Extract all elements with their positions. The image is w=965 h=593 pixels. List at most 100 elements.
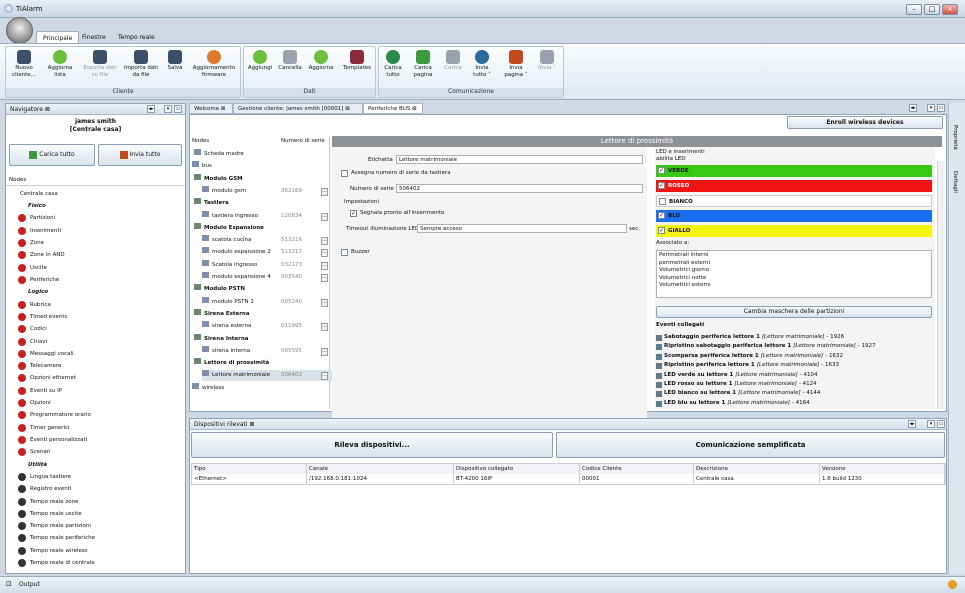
application-menu-button[interactable]: [6, 17, 33, 44]
doc-minimize-icon[interactable]: ▭: [937, 104, 945, 112]
browse-button[interactable]: ...: [321, 249, 328, 258]
tree-row[interactable]: scatola cucina: [202, 235, 251, 246]
nav-item[interactable]: Eventi su IP: [18, 385, 62, 397]
browse-button[interactable]: ...: [321, 212, 328, 221]
refresh-list-button[interactable]: Aggiorna lista: [44, 50, 76, 79]
nav-item[interactable]: Codici: [18, 323, 47, 335]
timeout-select[interactable]: Sempre acceso: [417, 224, 627, 233]
maximize-button[interactable]: □: [924, 4, 940, 15]
nav-item[interactable]: Zone: [18, 237, 44, 249]
event-row[interactable]: LED rosso su lettore 1 [Lettore matrimoni…: [655, 380, 817, 389]
firmware-update-button[interactable]: Aggiornamento firmware: [190, 50, 238, 79]
nav-item[interactable]: Timer generici: [18, 422, 70, 434]
led-checkbox[interactable]: ✓: [658, 182, 665, 189]
doc-dropdown-icon[interactable]: ▾: [927, 104, 935, 112]
nav-minimize-icon[interactable]: ▭: [174, 105, 182, 113]
led-checkbox[interactable]: ✓: [658, 227, 665, 234]
output-tab[interactable]: Output: [19, 581, 40, 588]
nav-item[interactable]: Inserimenti: [18, 225, 61, 237]
dev-minimize-icon[interactable]: ▭: [937, 420, 945, 428]
event-row[interactable]: LED bianco su lettore 1 [Lettore matrimon…: [655, 389, 820, 398]
tree-row[interactable]: Modulo GSM: [194, 173, 243, 185]
nav-item[interactable]: Tempo reale wireless: [18, 545, 88, 557]
import-button[interactable]: Importa dati da file: [122, 50, 160, 79]
tree-row[interactable]: Lettore matrimoniale: [202, 370, 338, 382]
cell-canale[interactable]: /192.168.0.181:1024: [307, 474, 454, 484]
led-row-giallo[interactable]: ✓ GIALLO: [656, 225, 932, 237]
tree-row[interactable]: Scheda madre: [194, 149, 244, 160]
update-button[interactable]: Aggiorna: [307, 50, 335, 72]
buzzer-checkbox[interactable]: [341, 249, 348, 256]
nav-item[interactable]: Eventi personalizzati: [18, 434, 87, 446]
event-row[interactable]: LED blu su lettore 1 [Lettore matrimonial…: [655, 399, 810, 408]
nav-item[interactable]: Telecamere: [18, 360, 61, 372]
nav-item[interactable]: Tempo reale uscite: [18, 508, 82, 520]
nav-item[interactable]: Uscite: [18, 262, 47, 274]
event-row[interactable]: Scomparsa periferica lettore 1 [Lettore m…: [655, 352, 843, 361]
partition-list[interactable]: Perimetrali interni perimetrali esterni Vo…: [656, 250, 932, 298]
cell-dispositivo[interactable]: BT-4200 16IP: [454, 474, 580, 484]
tree-row[interactable]: tastiera ingresso: [202, 210, 258, 222]
nav-prev-icon[interactable]: ◂▸: [147, 105, 155, 113]
event-row[interactable]: LED verde su lettore 1 [Lettore matrimoni…: [655, 371, 818, 380]
change-mask-button[interactable]: Cambia maschera delle partizioni: [656, 306, 932, 318]
tree-row[interactable]: modulo espansione 4: [202, 272, 271, 283]
partition-item[interactable]: Volumetrici esterni: [659, 282, 929, 290]
tree-row[interactable]: Sirena Interna: [194, 333, 249, 345]
tree-row[interactable]: Modulo PSTN: [194, 284, 245, 295]
partition-item[interactable]: Perimetrali interni: [659, 252, 929, 260]
nav-item[interactable]: Tempo reale zone: [18, 496, 78, 508]
send-all-nav-button[interactable]: Invia tutto: [98, 144, 182, 166]
led-checkbox[interactable]: ✓: [658, 167, 665, 174]
tree-row[interactable]: wireless: [192, 382, 224, 394]
etichetta-input[interactable]: Lettore matrimoniale: [396, 155, 643, 164]
browse-button[interactable]: ...: [321, 187, 328, 196]
nav-item[interactable]: Tempo reale periferiche: [18, 532, 95, 544]
nav-item[interactable]: Registro eventi: [18, 483, 71, 495]
dev-nav-icon[interactable]: ◂▸: [908, 420, 916, 428]
send-page-button[interactable]: Invia pagina ˅: [501, 50, 531, 79]
simple-communication-button[interactable]: Comunicazione semplificata: [556, 432, 945, 458]
nav-item[interactable]: Tempo reale di centrale: [18, 557, 95, 569]
tree-row[interactable]: Tastiera: [194, 198, 229, 209]
load-all-button[interactable]: Carica tutto: [381, 50, 405, 79]
minimize-button[interactable]: –: [906, 4, 922, 15]
close-button[interactable]: ×: [942, 4, 958, 15]
assign-serial-checkbox[interactable]: [341, 170, 348, 177]
browse-button[interactable]: ...: [321, 347, 328, 356]
partition-item[interactable]: Volumetrici giorno: [659, 267, 929, 275]
browse-button[interactable]: ...: [321, 261, 328, 270]
led-row-verde[interactable]: ✓ VERDE: [656, 165, 932, 177]
doc-nav-icon[interactable]: ◂▸: [909, 104, 917, 112]
tree-row[interactable]: modulo PSTN 1: [202, 296, 254, 308]
event-row[interactable]: Ripristino periferica lettore 1 [Lettore …: [655, 361, 839, 370]
tree-row[interactable]: modulo espansione 2: [202, 247, 271, 258]
nav-item[interactable]: Opzioni: [18, 397, 51, 409]
led-row-rosso[interactable]: ✓ ROSSO: [656, 180, 932, 192]
tree-row[interactable]: bus: [192, 161, 212, 172]
event-row[interactable]: Ripristino sabotaggio periferica lettore…: [655, 342, 876, 351]
navigator-tab[interactable]: Navigatore: [10, 106, 43, 113]
led-row-blu[interactable]: ✓ BLU: [656, 210, 932, 222]
tab-gestione-cliente[interactable]: Gestione cliente: james smith [00001] ⊠: [233, 103, 363, 114]
nav-item[interactable]: Timed events: [18, 311, 67, 323]
tree-row[interactable]: Scatola ingresso: [202, 259, 257, 271]
nav-item[interactable]: Scenari: [18, 446, 51, 458]
nav-dropdown-icon[interactable]: ▾: [164, 105, 172, 113]
enroll-wireless-button[interactable]: Enroll wireless devices: [787, 116, 943, 129]
event-row[interactable]: Sabotaggio periferica lettore 1 [Lettore …: [655, 333, 844, 342]
cell-descrizione[interactable]: Centrale casa: [694, 474, 820, 484]
dettagli-tab[interactable]: Dettagli: [952, 171, 958, 193]
tree-row[interactable]: sirena esterna: [202, 321, 251, 332]
load-page-button[interactable]: Carica pagina: [409, 50, 437, 79]
nav-item[interactable]: Messaggi vocali: [18, 348, 74, 360]
export-button[interactable]: Esporta dati su file: [82, 50, 118, 79]
segnala-checkbox[interactable]: ✓: [350, 210, 357, 217]
browse-button[interactable]: ...: [321, 274, 328, 282]
delete-button[interactable]: Cancella: [276, 50, 304, 72]
tree-row[interactable]: Sirena Esterna: [194, 308, 250, 320]
devices-tab[interactable]: Dispositivi rilevati: [194, 421, 248, 428]
partition-item[interactable]: Volumetrici notte: [659, 275, 929, 283]
tree-row[interactable]: sirena interna: [202, 345, 250, 357]
send-button[interactable]: Invia ˅: [535, 50, 559, 72]
